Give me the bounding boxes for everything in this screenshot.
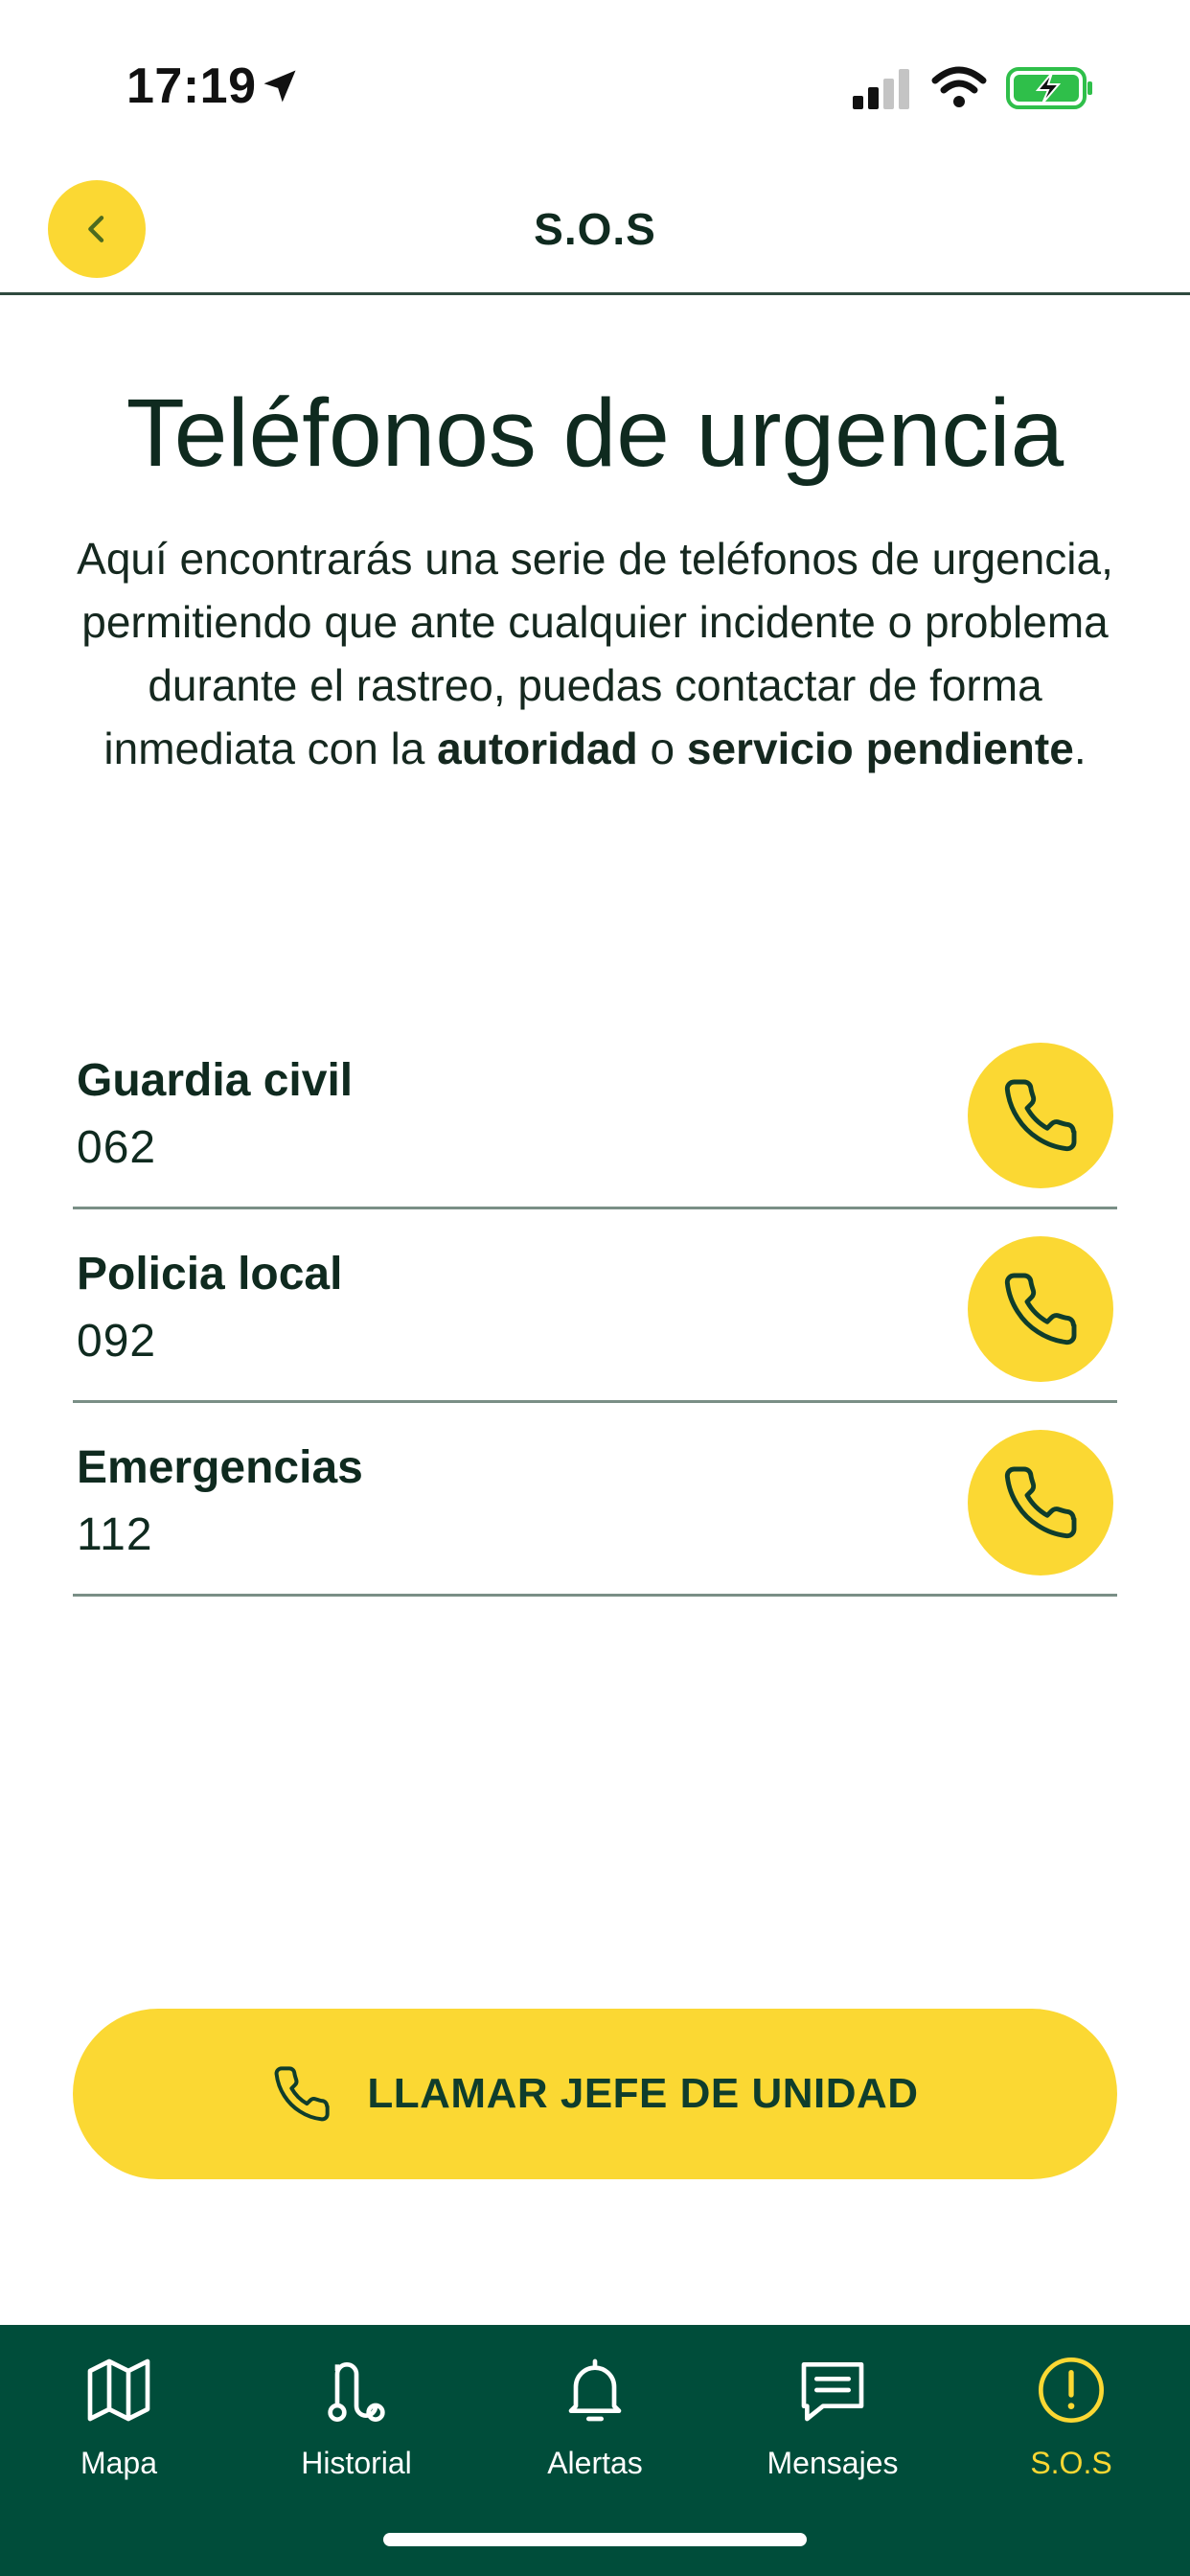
tab-historial[interactable]: Historial (238, 2344, 475, 2536)
contact-name: Emergencias (77, 1442, 363, 1493)
contact-name: Guardia civil (77, 1055, 354, 1106)
location-arrow-icon (263, 70, 296, 103)
phone-icon (1004, 1079, 1077, 1152)
contact-row-emergencias: Emergencias 112 (73, 1403, 1117, 1597)
wifi-icon (931, 66, 987, 107)
contact-number: 112 (77, 1509, 153, 1560)
tab-label: Mensajes (767, 2446, 899, 2480)
cellular-signal-icon (853, 69, 909, 109)
call-button-policia-local[interactable] (968, 1236, 1113, 1382)
route-icon (328, 2362, 385, 2422)
phone-icon (275, 2066, 331, 2122)
tab-sos[interactable]: S.O.S (952, 2344, 1190, 2536)
tab-label: Historial (301, 2446, 412, 2480)
alert-circle-icon (1039, 2358, 1104, 2423)
battery-charging-icon (1006, 67, 1092, 109)
phone-icon (1004, 1466, 1077, 1539)
intro-bold-authority: autoridad (437, 724, 638, 773)
phone-icon (1004, 1273, 1077, 1346)
call-button-guardia-civil[interactable] (968, 1043, 1113, 1188)
tab-label: Mapa (80, 2446, 158, 2480)
intro-bold-service: servicio pendiente (686, 724, 1074, 773)
app-header: S.O.S (0, 153, 1190, 295)
intro-text-part: . (1073, 724, 1087, 773)
contact-row-policia-local: Policia local 092 (73, 1209, 1117, 1403)
status-bar: 17:19 (0, 0, 1190, 153)
tab-alertas[interactable]: Alertas (476, 2344, 714, 2536)
home-indicator (383, 2533, 807, 2546)
page-title: Teléfonos de urgencia (126, 380, 1064, 487)
intro-text-part: o (637, 724, 687, 773)
contact-number: 062 (77, 1122, 157, 1173)
map-icon (87, 2358, 150, 2422)
tab-label: S.O.S (1030, 2446, 1112, 2480)
contact-name: Policia local (77, 1249, 343, 1300)
cta-label: LLAMAR JEFE DE UNIDAD (367, 2070, 919, 2117)
intro-text: Aquí encontrarás una serie de teléfonos … (57, 527, 1133, 780)
call-unit-chief-button[interactable]: LLAMAR JEFE DE UNIDAD (73, 2009, 1117, 2179)
contact-number: 092 (77, 1316, 157, 1367)
message-icon (801, 2362, 864, 2422)
tab-label: Alertas (547, 2446, 643, 2480)
header-title: S.O.S (534, 204, 656, 254)
status-time: 17:19 (126, 58, 257, 114)
call-button-emergencias[interactable] (968, 1430, 1113, 1576)
contact-row-guardia-civil: Guardia civil 062 (73, 1016, 1117, 1209)
tab-mapa[interactable]: Mapa (0, 2344, 238, 2536)
emergency-contacts-list: Guardia civil 062 Policia local 092 Emer… (73, 1016, 1117, 1597)
tab-mensajes[interactable]: Mensajes (714, 2344, 951, 2536)
bell-icon (568, 2358, 622, 2422)
